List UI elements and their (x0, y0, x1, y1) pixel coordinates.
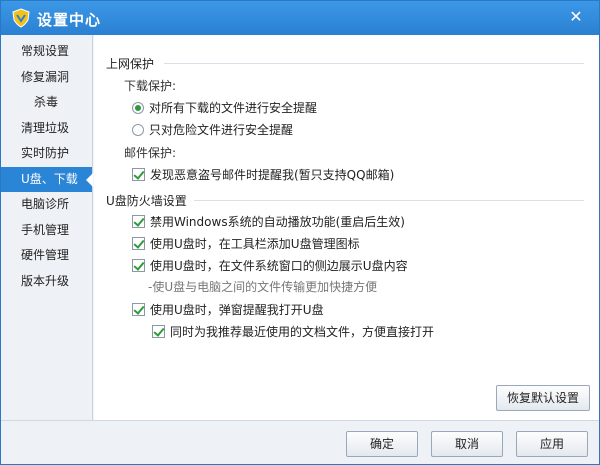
sidebar-item-antivirus[interactable]: 杀毒 (1, 90, 92, 116)
checkbox-mail-alert[interactable]: 发现恶意盗号邮件时提醒我(暂只支持QQ邮箱) (132, 166, 394, 183)
close-icon: ✕ (569, 7, 583, 26)
sidebar-item-cleanup[interactable]: 清理垃圾 (1, 116, 92, 142)
checkbox[interactable] (132, 237, 145, 250)
checkbox[interactable] (132, 259, 145, 272)
divider (164, 63, 584, 64)
dialog-footer: 确定 取消 应用 (1, 420, 599, 464)
sidebar-item-hardware[interactable]: 硬件管理 (1, 243, 92, 269)
radio-dangerous-only[interactable]: 只对危险文件进行安全提醒 (132, 121, 293, 138)
settings-panel: 上网保护 下载保护: 对所有下载的文件进行安全提醒 只对危险文件进行安全提醒 邮… (94, 35, 599, 420)
sidebar-item-phone[interactable]: 手机管理 (1, 218, 92, 244)
sidebar-item-patch[interactable]: 修复漏洞 (1, 65, 92, 91)
shield-logo-icon (12, 8, 30, 28)
sidebar-item-usb-download[interactable]: U盘、下载 (1, 166, 93, 192)
usb-firewall-title: U盘防火墙设置 (106, 194, 187, 208)
checkbox-sidebar-show[interactable]: 使用U盘时，在文件系统窗口的侧边展示U盘内容 (132, 257, 408, 274)
sidebar-nav: 常规设置 修复漏洞 杀毒 清理垃圾 实时防护 U盘、下载 电脑诊所 手机管理 硬… (1, 35, 93, 420)
ok-button[interactable]: 确定 (346, 431, 418, 457)
sidebar-item-realtime-protection[interactable]: 实时防护 (1, 141, 92, 167)
divider (194, 200, 584, 201)
settings-window: 设置中心 ✕ 常规设置 修复漏洞 杀毒 清理垃圾 实时防护 U盘、下载 电脑诊所… (0, 0, 600, 465)
checkbox-recommend-docs[interactable]: 同时为我推荐最近使用的文档文件，方便直接打开 (152, 323, 434, 340)
title-bar: 设置中心 ✕ (1, 1, 599, 35)
sidebar-show-hint: -使U盘与电脑之间的文件传输更加快捷方便 (148, 280, 378, 294)
checkbox[interactable] (132, 303, 145, 316)
checkbox[interactable] (132, 168, 145, 181)
window-title: 设置中心 (37, 11, 102, 29)
radio-button[interactable] (132, 124, 144, 136)
apply-button[interactable]: 应用 (516, 431, 588, 457)
checkbox-toolbar-icon[interactable]: 使用U盘时，在工具栏添加U盘管理图标 (132, 235, 360, 252)
radio-button[interactable] (132, 102, 144, 114)
sidebar-item-pc-clinic[interactable]: 电脑诊所 (1, 192, 92, 218)
mail-protection-label: 邮件保护: (124, 146, 177, 160)
cancel-button[interactable]: 取消 (431, 431, 503, 457)
checkbox-disable-autoplay[interactable]: 禁用Windows系统的自动播放功能(重启后生效) (132, 213, 405, 230)
checkbox[interactable] (132, 215, 145, 228)
sidebar-item-upgrade[interactable]: 版本升级 (1, 269, 92, 295)
radio-all-downloads[interactable]: 对所有下载的文件进行安全提醒 (132, 99, 317, 116)
web-protection-title: 上网保护 (106, 57, 155, 71)
close-button[interactable]: ✕ (565, 6, 587, 28)
sidebar-item-general[interactable]: 常规设置 (1, 39, 92, 65)
restore-defaults-button[interactable]: 恢复默认设置 (496, 385, 590, 411)
checkbox[interactable] (152, 325, 165, 338)
download-protection-label: 下载保护: (124, 79, 177, 93)
checkbox-popup-reminder[interactable]: 使用U盘时，弹窗提醒我打开U盘 (132, 301, 324, 318)
